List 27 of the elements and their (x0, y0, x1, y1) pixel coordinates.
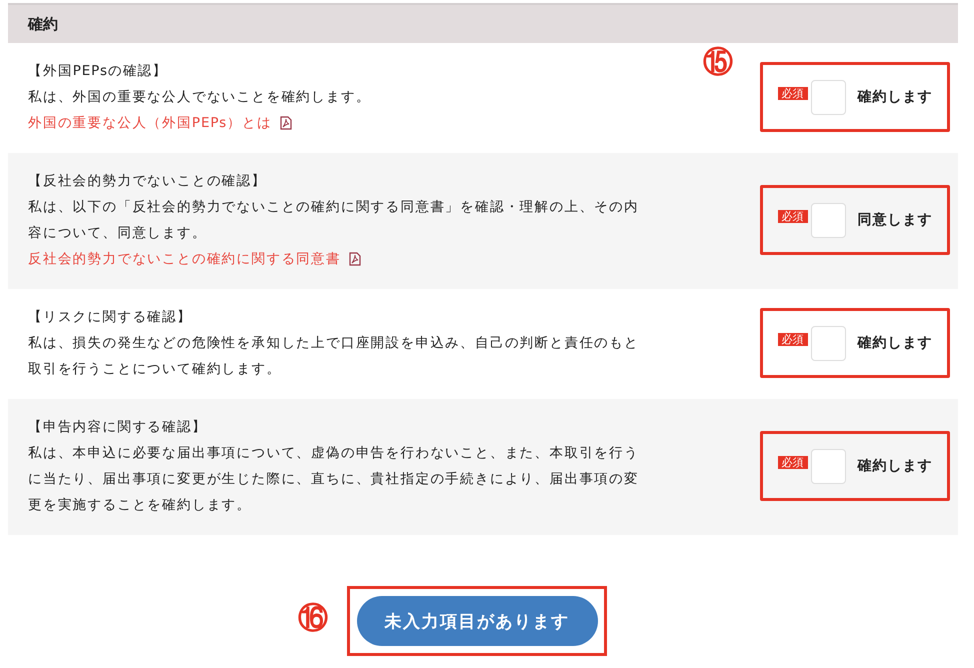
document-link[interactable]: 反社会的勢力でないことの確約に関する同意書 (28, 246, 341, 272)
checkbox[interactable] (810, 448, 846, 484)
required-badge: 必須 (778, 332, 808, 346)
document-link[interactable]: 外国の重要な公人（外国PEPs）とは (28, 110, 272, 136)
required-badge: 必須 (778, 86, 808, 100)
confirmation-text: 私は、以下の「反社会的勢力でないことの確約に関する同意書」を確認・理解の上、その内容について、同意します。 (28, 198, 640, 243)
checkbox[interactable] (810, 326, 846, 360)
confirmation-text: 私は、本申込に必要な届出事項について、虚偽の申告を行わないこと、また、本取引を行うに当たり、届出事項に変更が生じた際に、直ちに、貴社指定の手続きにより、届出事項の変更を実施することを確約します。 (28, 444, 640, 515)
checkbox-label: 同意します (858, 211, 932, 229)
required-badge: 必須 (778, 456, 808, 468)
confirmation-title: 【反社会的勢力でないことの確認】 (28, 172, 268, 191)
checkbox-label: 確約します (858, 457, 932, 475)
pdf-icon (280, 116, 292, 130)
confirmation-title: 【リスクに関する確認】 (28, 308, 193, 327)
annotation-number: ⑯ (298, 604, 328, 634)
checkbox-label: 確約します (858, 334, 932, 352)
required-badge: 必須 (778, 210, 808, 222)
confirmation-text: 私は、外国の重要な公人でないことを確約します。 (28, 88, 372, 107)
checkbox-label: 確約します (858, 88, 932, 106)
pdf-icon (348, 252, 361, 266)
annotation-number: ⑮ (703, 48, 733, 78)
checkbox[interactable] (810, 80, 846, 114)
confirmation-text: 私は、損失の発生などの危険性を承知した上で口座開設を申込み、自己の判断と責任のもと取引を行うことについて確約します。 (28, 334, 640, 379)
checkbox[interactable] (810, 202, 846, 238)
section-title: 確約 (28, 14, 58, 34)
confirmation-title: 【外国PEPsの確認】 (28, 62, 169, 81)
confirmation-title: 【申告内容に関する確認】 (28, 418, 208, 437)
